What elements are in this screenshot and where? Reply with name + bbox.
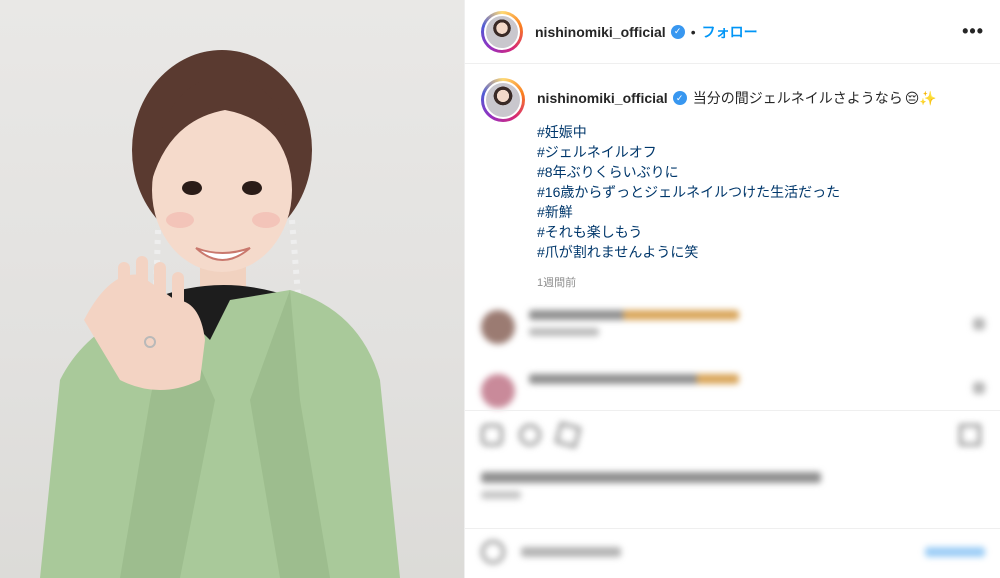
avatar[interactable] (481, 10, 523, 53)
comment-avatar (481, 374, 515, 408)
date-text-blur (481, 491, 521, 499)
caption-emojis: 😔✨ (904, 89, 937, 106)
hashtag-link[interactable]: #16歳からずっとジェルネイルつけた生活だった (537, 182, 937, 202)
divider (465, 410, 1000, 411)
comment-item-blurred (481, 374, 985, 408)
comment-text-blur (529, 374, 739, 384)
ellipsis-icon[interactable]: ••• (962, 21, 984, 42)
post-detail-panel: nishinomiki_official ✓ • フォロー ••• nishin… (464, 0, 1000, 578)
hashtag-link[interactable]: #妊娠中 (537, 122, 937, 142)
hashtag-link[interactable]: #それも楽しもう (537, 222, 937, 242)
divider (465, 528, 1000, 529)
bookmark-icon[interactable] (959, 424, 981, 446)
verified-badge-icon: ✓ (670, 24, 685, 39)
hashtag-link[interactable]: #爪が割れませんように笑 (537, 242, 937, 262)
caption-text: 当分の間ジェルネイルさようなら (692, 90, 903, 106)
heart-icon (973, 382, 985, 394)
caption-username[interactable]: nishinomiki_official (537, 90, 668, 106)
likes-blurred (481, 472, 821, 507)
hashtag-list: #妊娠中 #ジェルネイルオフ #8年ぶりくらいぶりに #16歳からずっとジェルネ… (537, 122, 937, 262)
comment-lines (529, 310, 739, 344)
follow-button[interactable]: フォロー (702, 22, 758, 42)
post-photo (0, 0, 464, 578)
comment-text-blur (529, 310, 739, 320)
comment-item-blurred (481, 310, 985, 344)
caption-avatar[interactable] (481, 78, 525, 122)
emoji-icon[interactable] (481, 540, 505, 564)
share-icon[interactable] (554, 421, 582, 449)
verified-badge-icon: ✓ (672, 91, 687, 105)
caption-line: nishinomiki_official ✓ 当分の間ジェルネイルさようなら 😔… (537, 88, 937, 108)
comment-input-blur[interactable] (521, 547, 621, 557)
separator-dot: • (690, 23, 696, 40)
post-button-blur[interactable] (925, 547, 985, 557)
post-header: nishinomiki_official ✓ • フォロー ••• (465, 0, 1000, 64)
caption-avatar-image (484, 81, 522, 119)
likes-text-blur (481, 472, 821, 483)
avatar-image (484, 13, 520, 50)
action-bar (481, 421, 985, 452)
caption: nishinomiki_official ✓ 当分の間ジェルネイルさようなら 😔… (465, 64, 1000, 290)
comment-lines (529, 374, 739, 392)
heart-icon[interactable] (481, 424, 503, 446)
hashtag-link[interactable]: #新鮮 (537, 202, 937, 222)
caption-body: nishinomiki_official ✓ 当分の間ジェルネイルさようなら 😔… (537, 78, 937, 290)
post-time: 1週間前 (537, 277, 577, 289)
hashtag-link[interactable]: #ジェルネイルオフ (537, 142, 937, 162)
comment-avatar (481, 310, 515, 344)
hashtag-link[interactable]: #8年ぶりくらいぶりに (537, 162, 937, 182)
heart-icon (973, 318, 985, 330)
portrait-illustration (40, 50, 400, 578)
add-comment-bar (481, 538, 985, 568)
comment-icon[interactable] (519, 424, 541, 446)
header-username[interactable]: nishinomiki_official (535, 24, 666, 40)
comment-meta-blur (529, 328, 599, 336)
